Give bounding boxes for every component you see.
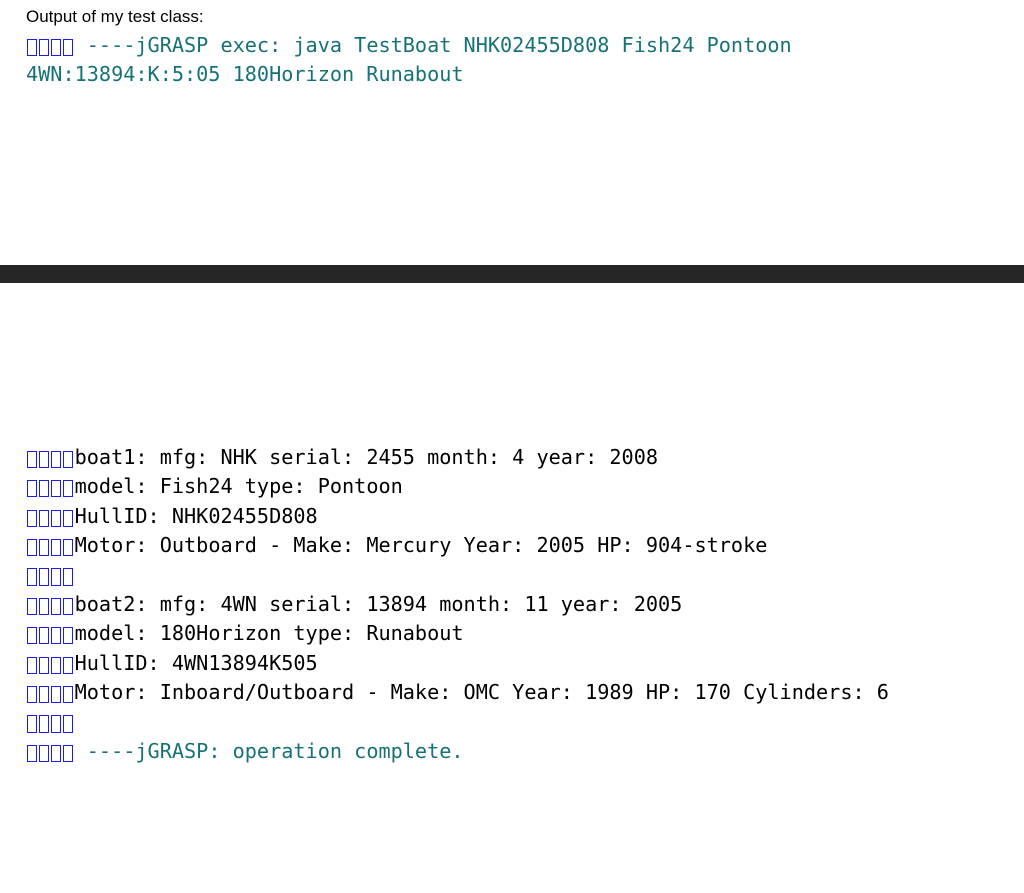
- console-line: boat1: mfg: NHK serial: 2455 month: 4 ye…: [26, 443, 889, 472]
- console-line-text: HullID: NHK02455D808: [74, 503, 318, 528]
- console-line: ----jGRASP: operation complete.: [26, 737, 889, 766]
- console-line: model: 180Horizon type: Runabout: [26, 619, 889, 648]
- dark-separator-bar: [0, 265, 1024, 283]
- console-line-text: ----jGRASP exec: java TestBoat NHK02455D…: [74, 33, 792, 57]
- console-line: ----jGRASP exec: java TestBoat NHK02455D…: [26, 31, 792, 60]
- console-line-text: ----jGRASP: operation complete.: [74, 738, 464, 763]
- console-line: HullID: 4WN13894K505: [26, 649, 889, 678]
- console-line: boat2: mfg: 4WN serial: 13894 month: 11 …: [26, 590, 889, 619]
- console-line-text: boat2: mfg: 4WN serial: 13894 month: 11 …: [74, 591, 683, 616]
- console-line-text: 4WN:13894:K:5:05 180Horizon Runabout: [26, 62, 464, 87]
- console-line-text: model: 180Horizon type: Runabout: [74, 621, 464, 646]
- page-title: Output of my test class:: [26, 7, 204, 26]
- console-line: HullID: NHK02455D808: [26, 502, 889, 531]
- console-line-text: model: Fish24 type: Pontoon: [74, 474, 403, 499]
- jgrasp-exec-output: ----jGRASP exec: java TestBoat NHK02455D…: [26, 31, 792, 90]
- console-line: Motor: Outboard - Make: Mercury Year: 20…: [26, 531, 889, 560]
- console-line-text: boat1: mfg: NHK serial: 2455 month: 4 ye…: [74, 445, 659, 469]
- console-line: Motor: Inboard/Outboard - Make: OMC Year…: [26, 678, 889, 707]
- boat-program-output: boat1: mfg: NHK serial: 2455 month: 4 ye…: [26, 443, 889, 766]
- console-line: [26, 561, 889, 590]
- console-line: [26, 708, 889, 737]
- console-line-text: HullID: 4WN13894K505: [74, 650, 318, 675]
- console-line: 4WN:13894:K:5:05 180Horizon Runabout: [26, 60, 792, 89]
- console-line-text: Motor: Inboard/Outboard - Make: OMC Year…: [74, 680, 889, 705]
- console-line: model: Fish24 type: Pontoon: [26, 472, 889, 501]
- console-line-text: Motor: Outboard - Make: Mercury Year: 20…: [74, 533, 768, 558]
